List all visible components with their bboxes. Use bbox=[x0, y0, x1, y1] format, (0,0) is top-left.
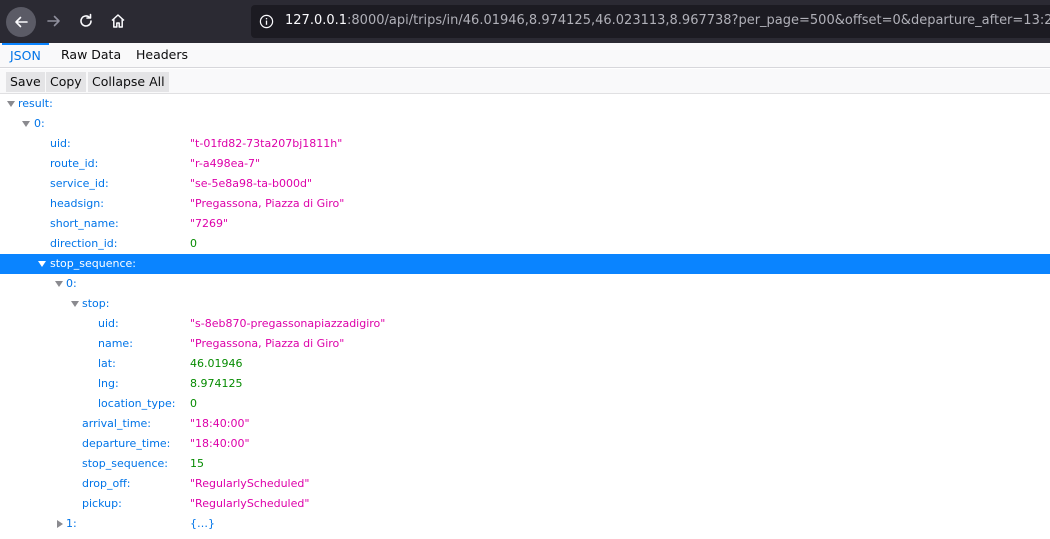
tree-value: "18:40:00" bbox=[190, 437, 250, 450]
tree-key: location_type: bbox=[98, 397, 176, 410]
tree-key: name: bbox=[98, 337, 133, 350]
copy-button[interactable]: Copy bbox=[46, 72, 86, 92]
tree-row[interactable]: headsign: "Pregassona, Piazza di Giro" bbox=[0, 194, 1050, 214]
tree-value: "r-a498ea-7" bbox=[190, 157, 261, 170]
tree-key: 0: bbox=[34, 117, 45, 130]
tree-row[interactable]: short_name: "7269" bbox=[0, 214, 1050, 234]
expand-arrow-icon[interactable] bbox=[38, 261, 46, 267]
collapse-all-button[interactable]: Collapse All bbox=[88, 72, 169, 92]
url-path: :8000/api/trips/in/46.01946,8.974125,46.… bbox=[347, 13, 1050, 28]
tree-key: direction_id: bbox=[50, 237, 118, 250]
tree-row-item[interactable]: 0: bbox=[0, 274, 1050, 294]
json-toolbar: Save Copy Collapse All bbox=[0, 69, 1050, 94]
expand-arrow-icon[interactable] bbox=[22, 121, 30, 127]
tree-key: uid: bbox=[50, 137, 71, 150]
reload-icon bbox=[80, 13, 92, 27]
tree-key: stop_sequence: bbox=[82, 457, 168, 470]
tree-key: drop_off: bbox=[82, 477, 131, 490]
tree-key: stop_sequence: bbox=[50, 257, 136, 270]
save-button[interactable]: Save bbox=[6, 72, 45, 92]
browser-toolbar: 127.0.0.1:8000/api/trips/in/46.01946,8.9… bbox=[0, 0, 1050, 43]
forward-button[interactable] bbox=[38, 5, 70, 37]
expand-arrow-icon[interactable] bbox=[71, 301, 79, 307]
tree-row-item[interactable]: 0: bbox=[0, 114, 1050, 134]
tree-key: service_id: bbox=[50, 177, 109, 190]
tree-key: result: bbox=[18, 97, 53, 110]
tree-row[interactable]: stop_sequence: 15 bbox=[0, 454, 1050, 474]
tree-value: "t-01fd82-73ta207bj1811h" bbox=[190, 137, 343, 150]
tree-value: 0 bbox=[190, 237, 197, 250]
tree-row[interactable]: route_id: "r-a498ea-7" bbox=[0, 154, 1050, 174]
tree-value: "se-5e8a98-ta-b000d" bbox=[190, 177, 313, 190]
tree-row[interactable]: drop_off: "RegularlyScheduled" bbox=[0, 474, 1050, 494]
tree-row[interactable]: uid: "t-01fd82-73ta207bj1811h" bbox=[0, 134, 1050, 154]
info-icon[interactable] bbox=[259, 14, 274, 29]
tree-row[interactable]: name: "Pregassona, Piazza di Giro" bbox=[0, 334, 1050, 354]
tree-row[interactable]: lng: 8.974125 bbox=[0, 374, 1050, 394]
tree-key: lat: bbox=[98, 357, 116, 370]
tree-value: "s-8eb870-pregassonapiazzadigiro" bbox=[190, 317, 386, 330]
tree-row[interactable]: service_id: "se-5e8a98-ta-b000d" bbox=[0, 174, 1050, 194]
tree-value: "18:40:00" bbox=[190, 417, 250, 430]
tree-row[interactable]: lat: 46.01946 bbox=[0, 354, 1050, 374]
tree-row[interactable]: uid: "s-8eb870-pregassonapiazzadigiro" bbox=[0, 314, 1050, 334]
tree-value: {…} bbox=[190, 517, 215, 530]
tree-key: 1: bbox=[66, 517, 77, 530]
viewer-tabs: JSON Raw Data Headers bbox=[0, 43, 1050, 68]
home-icon bbox=[111, 14, 125, 28]
tree-value: "RegularlyScheduled" bbox=[190, 497, 310, 510]
address-bar[interactable]: 127.0.0.1:8000/api/trips/in/46.01946,8.9… bbox=[251, 5, 1050, 38]
tab-headers[interactable]: Headers bbox=[128, 43, 196, 68]
reload-button[interactable] bbox=[70, 5, 102, 37]
forward-arrow-icon bbox=[47, 15, 60, 27]
expand-arrow-icon[interactable] bbox=[7, 101, 15, 107]
tree-key: headsign: bbox=[50, 197, 104, 210]
tree-value: "Pregassona, Piazza di Giro" bbox=[190, 197, 345, 210]
tree-row[interactable]: location_type: 0 bbox=[0, 394, 1050, 414]
tree-value: 46.01946 bbox=[190, 357, 243, 370]
tree-row-result[interactable]: result: bbox=[0, 94, 1050, 114]
tree-row-stop-sequence[interactable]: stop_sequence: bbox=[0, 254, 1050, 274]
tree-row[interactable]: arrival_time: "18:40:00" bbox=[0, 414, 1050, 434]
tree-key: stop: bbox=[82, 297, 110, 310]
tab-json[interactable]: JSON bbox=[2, 43, 49, 68]
tree-key: pickup: bbox=[82, 497, 122, 510]
tree-row[interactable]: pickup: "RegularlyScheduled" bbox=[0, 494, 1050, 514]
home-button[interactable] bbox=[102, 5, 134, 37]
url-host: 127.0.0.1 bbox=[285, 13, 348, 28]
tree-key: uid: bbox=[98, 317, 119, 330]
back-arrow-icon bbox=[15, 16, 28, 28]
tree-key: departure_time: bbox=[82, 437, 171, 450]
tree-value: 0 bbox=[190, 397, 197, 410]
collapse-arrow-icon[interactable] bbox=[57, 520, 63, 528]
tree-key: short_name: bbox=[50, 217, 119, 230]
tree-value: "Pregassona, Piazza di Giro" bbox=[190, 337, 345, 350]
tree-key: lng: bbox=[98, 377, 119, 390]
tab-raw-data[interactable]: Raw Data bbox=[53, 43, 129, 68]
tree-value: "7269" bbox=[190, 217, 229, 230]
tree-row[interactable]: direction_id: 0 bbox=[0, 234, 1050, 254]
tree-value: 15 bbox=[190, 457, 204, 470]
tree-row-item-collapsed[interactable]: 1: {…} bbox=[0, 514, 1050, 534]
tree-value: 8.974125 bbox=[190, 377, 243, 390]
tree-value: "RegularlyScheduled" bbox=[190, 477, 310, 490]
tree-key: 0: bbox=[66, 277, 77, 290]
url-text[interactable]: 127.0.0.1:8000/api/trips/in/46.01946,8.9… bbox=[285, 13, 1050, 28]
tree-key: route_id: bbox=[50, 157, 99, 170]
expand-arrow-icon[interactable] bbox=[55, 281, 63, 287]
tree-key: arrival_time: bbox=[82, 417, 152, 430]
tree-row[interactable]: departure_time: "18:40:00" bbox=[0, 434, 1050, 454]
tree-row-stop[interactable]: stop: bbox=[0, 294, 1050, 314]
back-button[interactable] bbox=[6, 7, 36, 37]
